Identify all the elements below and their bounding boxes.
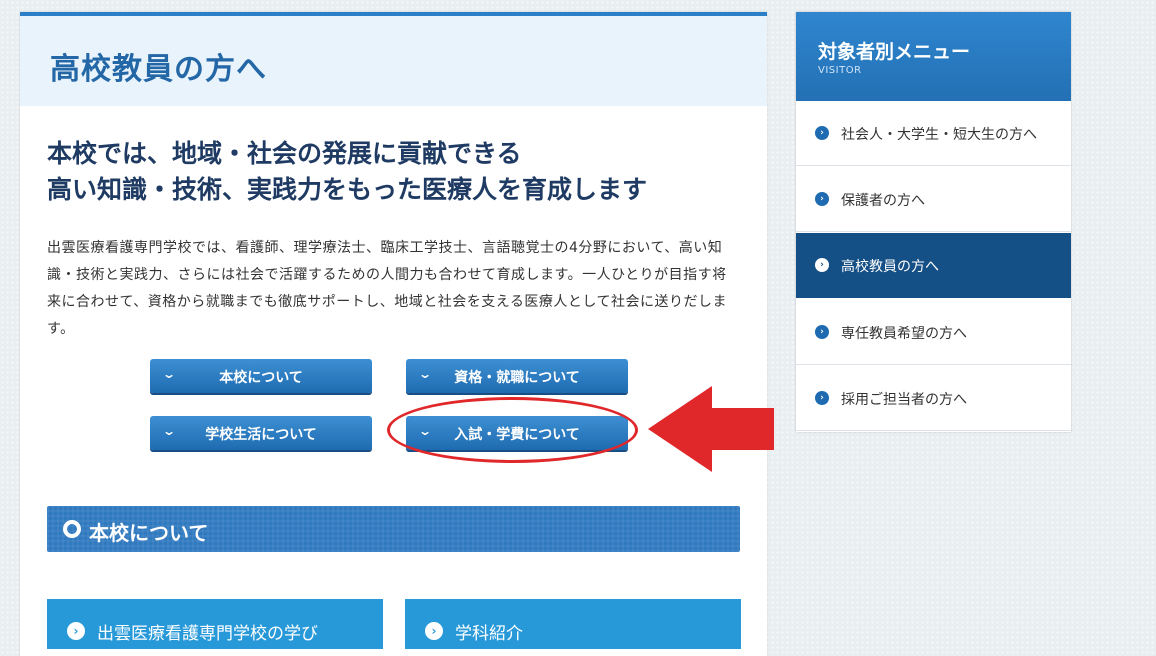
sidebar-item-high-school-teachers[interactable]: › 高校教員の方へ (796, 233, 1071, 298)
lead-line-1: 本校では、地域・社会の発展に貢献できる (47, 139, 522, 168)
chevron-right-circle-icon: › (815, 192, 829, 206)
sidebar-item-working-adults[interactable]: › 社会人・大学生・短大生の方へ (796, 101, 1071, 166)
sidebar-item-recruiters[interactable]: › 採用ご担当者の方へ (796, 366, 1071, 431)
chevron-right-circle-icon: › (815, 391, 829, 405)
sidebar-title: 対象者別メニュー (818, 41, 971, 63)
sidebar-item-label: 社会人・大学生・短大生の方へ (841, 127, 1037, 143)
card-button-label: 学科紹介 (455, 624, 523, 644)
ring-icon (63, 520, 81, 538)
anchor-button-label: 資格・就職について (454, 370, 580, 386)
sidebar-header: 対象者別メニュー VISITOR (796, 12, 1071, 101)
sidebar-item-parents[interactable]: › 保護者の方へ (796, 167, 1071, 232)
chevron-right-circle-icon: › (815, 126, 829, 140)
section-header-about: 本校について (47, 506, 740, 552)
sidebar-item-label: 採用ご担当者の方へ (841, 392, 967, 408)
sidebar-item-label: 高校教員の方へ (841, 259, 939, 275)
chevron-right-circle-icon: › (425, 622, 443, 640)
anchor-button-label: 学校生活について (205, 427, 317, 443)
highlight-ellipse (387, 397, 638, 463)
lead-line-2: 高い知識・技術、実践力をもった医療人を育成します (47, 175, 648, 204)
card-button-learning[interactable]: › 出雲医療看護専門学校の学び (47, 599, 383, 649)
anchor-button-about[interactable]: ⌄ 本校について (150, 359, 372, 393)
card-button-departments[interactable]: › 学科紹介 (405, 599, 741, 649)
anchor-button-label: 本校について (219, 370, 303, 386)
intro-paragraph: 出雲医療看護専門学校では、看護師、理学療法士、臨床工学技士、言語聴覚士の4分野に… (47, 240, 727, 337)
anchor-button-school-life[interactable]: ⌄ 学校生活について (150, 416, 372, 450)
page-header: 高校教員の方へ (20, 16, 767, 106)
sidebar-item-faculty-applicants[interactable]: › 専任教員希望の方へ (796, 300, 1071, 365)
lead-heading: 本校では、地域・社会の発展に貢献できる 高い知識・技術、実践力をもった医療人を育… (47, 136, 647, 208)
chevron-right-circle-icon: › (67, 622, 85, 640)
sidebar-visitor-menu: 対象者別メニュー VISITOR › 社会人・大学生・短大生の方へ › 保護者の… (796, 12, 1071, 432)
sidebar-item-label: 専任教員希望の方へ (841, 326, 967, 342)
red-arrow-annotation (648, 386, 774, 472)
chevron-right-circle-icon: › (815, 325, 829, 339)
main-content: 高校教員の方へ 本校では、地域・社会の発展に貢献できる 高い知識・技術、実践力を… (20, 12, 767, 656)
page-title: 高校教員の方へ (50, 52, 267, 87)
sidebar-subtitle: VISITOR (818, 65, 862, 76)
section-title: 本校について (89, 521, 209, 545)
sidebar-item-label: 保護者の方へ (841, 193, 925, 209)
anchor-button-career[interactable]: ⌄ 資格・就職について (406, 359, 628, 393)
chevron-right-circle-icon: › (815, 258, 829, 272)
card-button-label: 出雲医療看護専門学校の学び (97, 624, 318, 644)
